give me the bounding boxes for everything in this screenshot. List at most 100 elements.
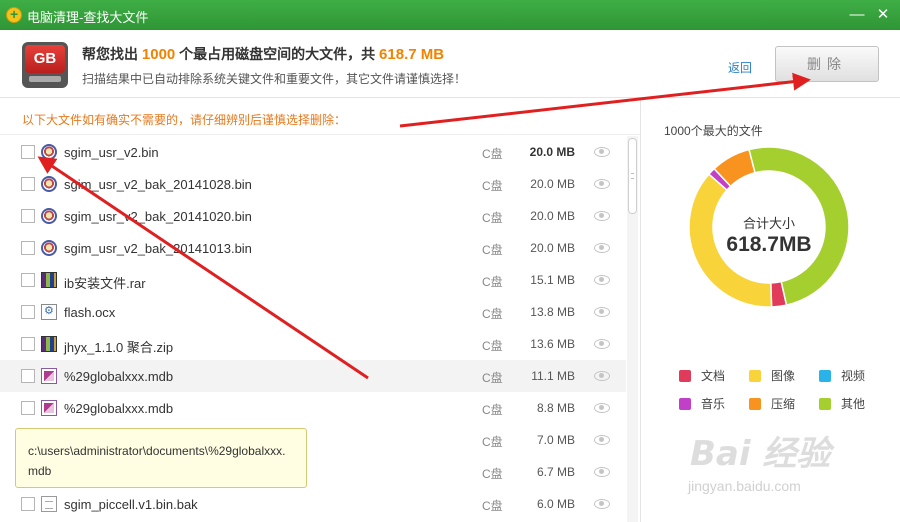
mdb-icon: [41, 400, 57, 416]
file-size: 7.0 MB: [536, 433, 575, 447]
scroll-thumb[interactable]: [628, 138, 637, 214]
file-checkbox[interactable]: [21, 145, 35, 159]
donut-center-label: 合计大小: [742, 216, 795, 231]
file-checkbox[interactable]: [21, 497, 35, 511]
file-checkbox[interactable]: [21, 273, 35, 287]
file-row[interactable]: %29globalxxx.mdb C盘 8.8 MB: [0, 392, 626, 424]
file-row[interactable]: sgim_piccell.v1.bin.bak C盘 6.0 MB: [0, 488, 626, 520]
header: GB 帮您找出 1000 个最占用磁盘空间的大文件，共 618.7 MB 扫描结…: [0, 30, 900, 98]
file-name: ib安装文件.rar: [64, 276, 146, 291]
close-button[interactable]: ✕: [872, 4, 894, 26]
preview-eye-icon[interactable]: [594, 467, 610, 477]
file-checkbox[interactable]: [21, 209, 35, 223]
app-logo-icon: [6, 6, 22, 23]
file-checkbox[interactable]: [21, 401, 35, 415]
file-count: 1000: [141, 46, 176, 63]
bin-icon: [41, 208, 57, 224]
file-row[interactable]: jhyx_1.1.0 聚合.zip C盘 13.6 MB: [0, 328, 626, 360]
baidu-watermark: Bai 经验 jingyan.baidu.com: [688, 426, 888, 506]
headline: 帮您找出 1000 个最占用磁盘空间的大文件，共 618.7 MB: [82, 46, 445, 63]
file-drive: C盘: [482, 307, 503, 321]
file-drive: C盘: [482, 371, 503, 385]
file-row[interactable]: sgim_usr_v2_bak_20141013.bin C盘 20.0 MB: [0, 232, 626, 264]
bin-icon: [41, 176, 57, 192]
preview-eye-icon[interactable]: [594, 275, 610, 285]
legend-swatch: [679, 398, 691, 410]
legend-item: 视频: [819, 367, 865, 383]
preview-eye-icon[interactable]: [594, 339, 610, 349]
file-drive: C盘: [482, 147, 503, 161]
file-name: sgim_usr_v2_bak_20141028.bin: [64, 177, 252, 192]
back-link[interactable]: 返回: [728, 59, 752, 76]
file-checkbox[interactable]: [21, 241, 35, 255]
window-title: 电脑清理-查找大文件: [27, 10, 149, 25]
file-drive: C盘: [482, 403, 503, 417]
file-name: sgim_piccell.v1.bin.bak: [64, 497, 198, 512]
path-tooltip: c:\users\administrator\documents\%29glob…: [15, 428, 307, 488]
file-row[interactable]: ib安装文件.rar C盘 15.1 MB: [0, 264, 626, 296]
file-name: %29globalxxx.mdb: [64, 369, 174, 384]
minimize-button[interactable]: —: [846, 4, 868, 26]
file-drive: C盘: [482, 179, 503, 193]
mdb-icon: [41, 368, 57, 384]
watermark-url: jingyan.baidu.com: [688, 478, 801, 494]
file-size: 20.0 MB: [530, 241, 575, 255]
legend-label: 视频: [841, 369, 866, 383]
file-row[interactable]: sgim_usr_v2_bak_20141020.bin C盘 20.0 MB: [0, 200, 626, 232]
preview-eye-icon[interactable]: [594, 403, 610, 413]
file-drive: C盘: [482, 211, 503, 225]
file-name: sgim_usr_v2_bak_20141013.bin: [64, 241, 252, 256]
delete-button[interactable]: 删除: [775, 46, 879, 82]
gb-disk-icon: GB: [22, 42, 68, 88]
legend-item: 图像: [749, 367, 795, 383]
file-drive: C盘: [482, 243, 503, 257]
legend-swatch: [819, 370, 831, 382]
preview-eye-icon[interactable]: [594, 211, 610, 221]
preview-eye-icon[interactable]: [594, 307, 610, 317]
legend-item: 其他: [819, 395, 865, 411]
file-drive: C盘: [482, 499, 503, 513]
ocx-icon: [41, 304, 57, 320]
list-scrollbar[interactable]: [627, 136, 638, 522]
preview-eye-icon[interactable]: [594, 435, 610, 445]
file-checkbox[interactable]: [21, 305, 35, 319]
legend-label: 图像: [771, 369, 796, 383]
file-size: 8.8 MB: [536, 401, 575, 415]
legend-swatch: [749, 370, 761, 382]
preview-eye-icon[interactable]: [594, 147, 610, 157]
file-name: %29globalxxx.mdb: [64, 401, 174, 416]
bin-icon: [41, 144, 57, 160]
legend-item: 文档: [679, 367, 725, 383]
file-name: sgim_usr_v2_bak_20141020.bin: [64, 209, 252, 224]
watermark-logo: Bai 经验: [690, 434, 831, 474]
total-size: 618.7 MB: [379, 46, 445, 63]
file-row[interactable]: %29globalxxx.mdb C盘 11.1 MB: [0, 360, 626, 392]
preview-eye-icon[interactable]: [594, 371, 610, 381]
file-size: 13.8 MB: [530, 305, 575, 319]
file-drive: C盘: [482, 275, 503, 289]
file-checkbox[interactable]: [21, 337, 35, 351]
preview-eye-icon[interactable]: [594, 499, 610, 509]
file-drive: C盘: [482, 339, 503, 353]
file-row[interactable]: flash.ocx C盘 13.8 MB: [0, 296, 626, 328]
legend-swatch: [819, 398, 831, 410]
legend-swatch: [679, 370, 691, 382]
file-row[interactable]: sgim_usr_v2_bak_20141028.bin C盘 20.0 MB: [0, 168, 626, 200]
rar-icon: [41, 336, 57, 352]
file-checkbox[interactable]: [21, 369, 35, 383]
gb-icon-label: GB: [25, 45, 65, 73]
file-size: 6.7 MB: [536, 465, 575, 479]
legend-label: 其他: [841, 397, 866, 411]
legend-swatch: [749, 398, 761, 410]
donut-center-value: 618.7MB: [726, 233, 812, 256]
preview-eye-icon[interactable]: [594, 179, 610, 189]
summary-title: 1000个最大的文件: [664, 124, 763, 138]
preview-eye-icon[interactable]: [594, 243, 610, 253]
file-size: 20.0 MB: [530, 177, 575, 191]
file-row[interactable]: sgim_usr_v2.bin C盘 20.0 MB: [0, 136, 626, 168]
bak-icon: [41, 496, 57, 512]
file-drive: C盘: [482, 435, 503, 449]
file-checkbox[interactable]: [21, 177, 35, 191]
warning-notice: 以下大文件如有确实不需要的，请仔细辨别后谨慎选择删除：: [22, 113, 347, 127]
title-bar: 电脑清理-查找大文件 — ✕: [0, 0, 900, 30]
